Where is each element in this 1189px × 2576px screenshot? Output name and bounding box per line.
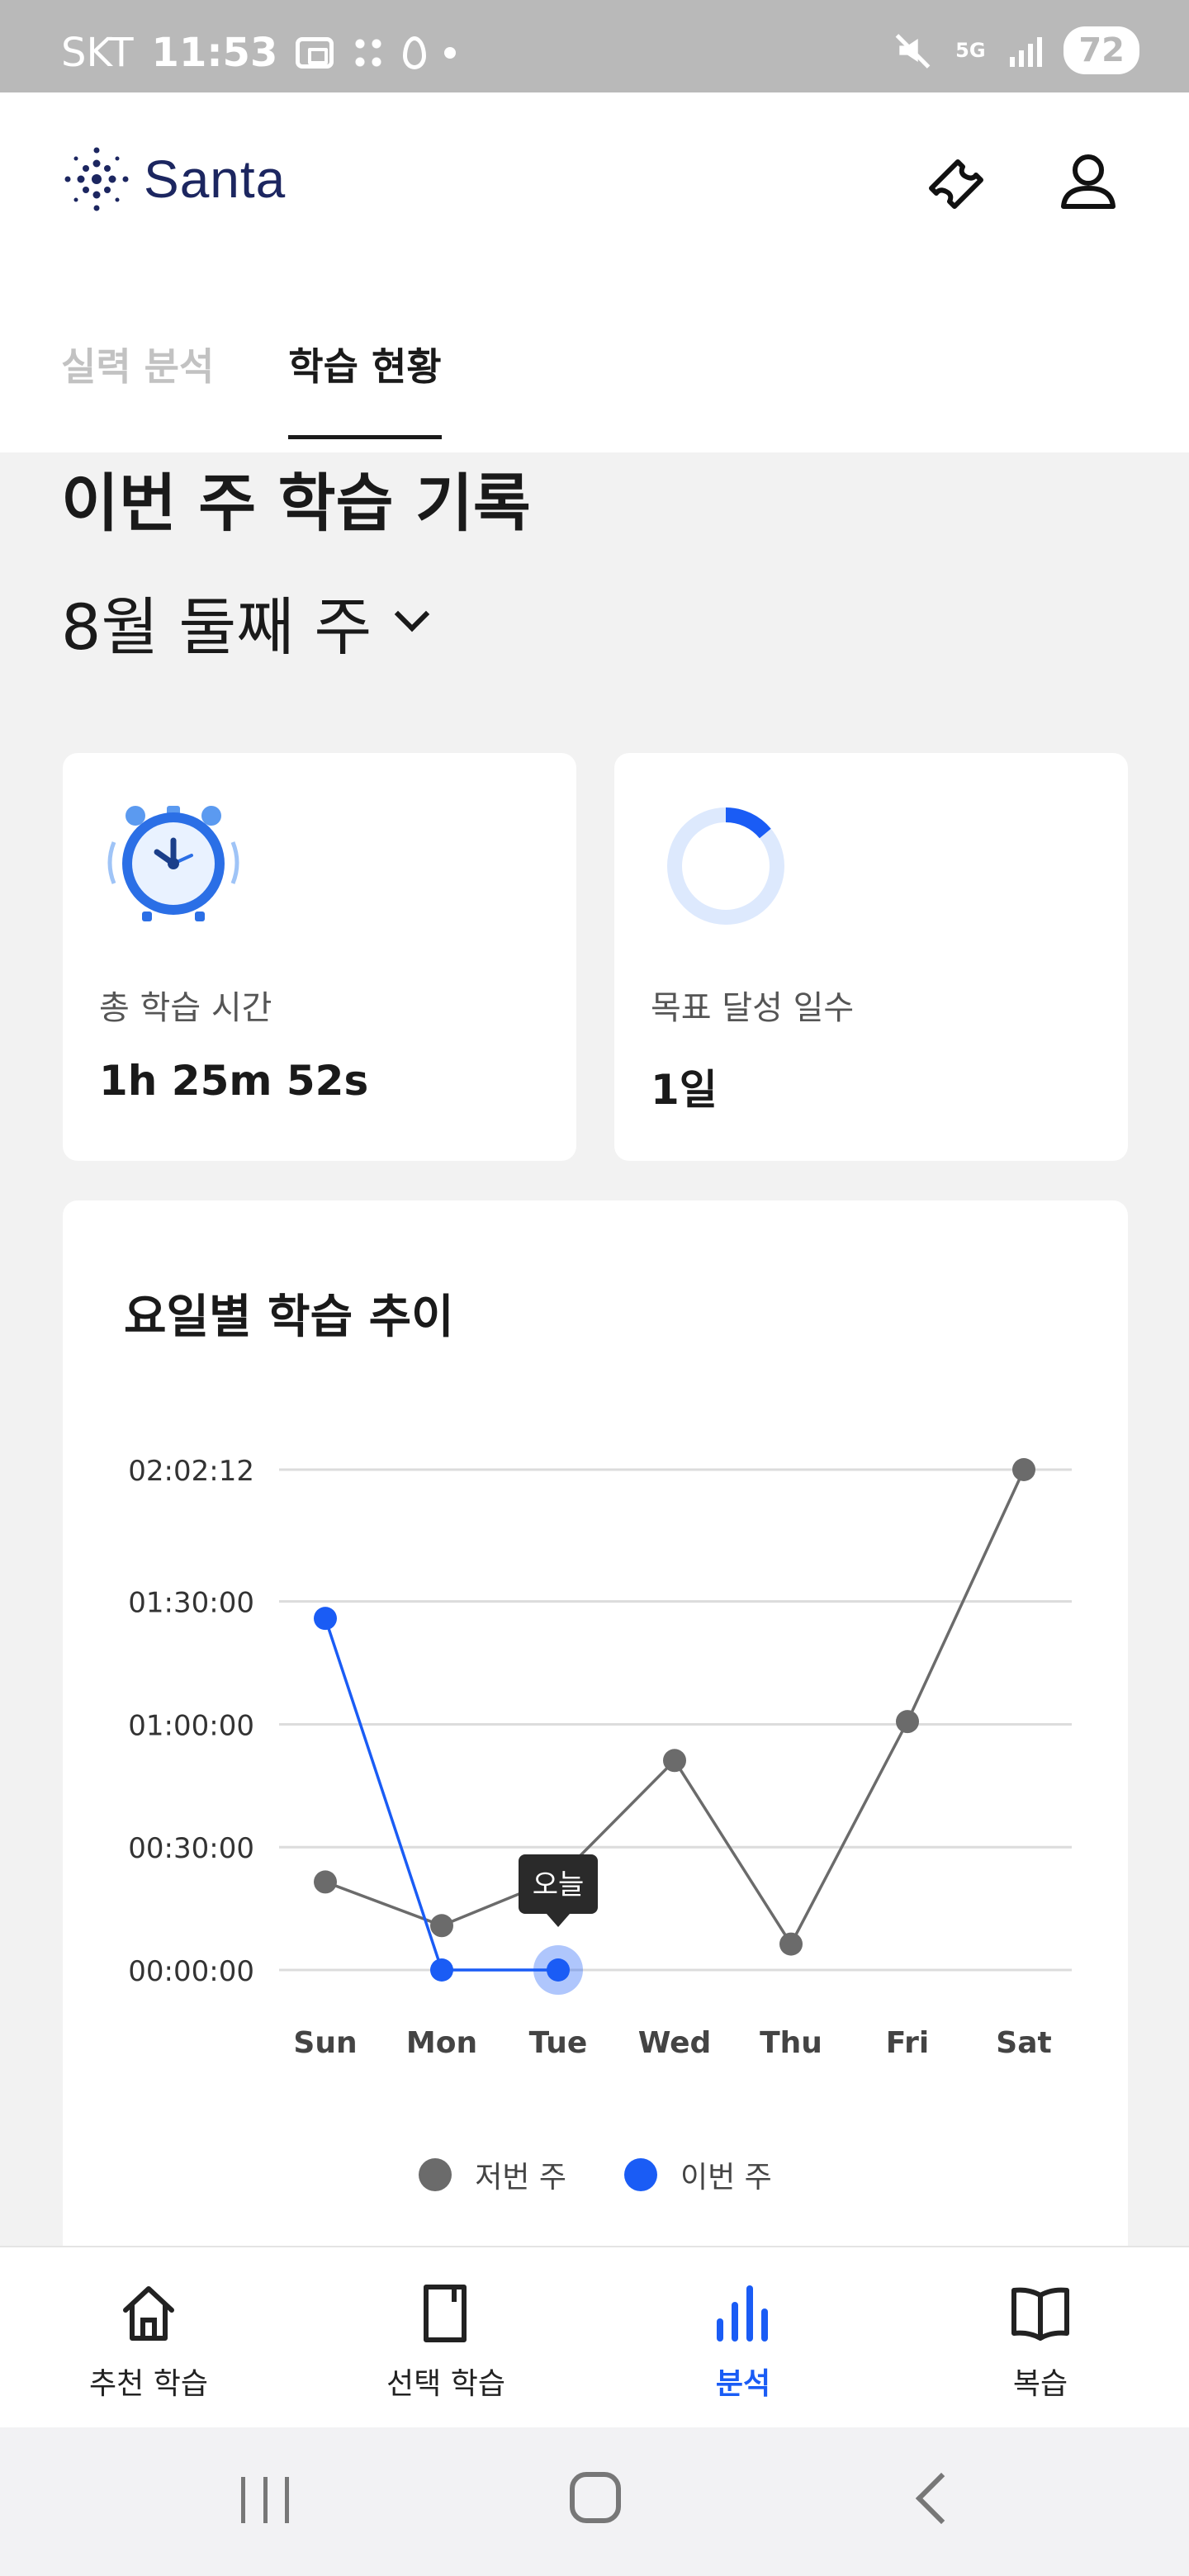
nav-review[interactable]: 복습 (892, 2247, 1189, 2427)
battery-level: 72 (1063, 26, 1139, 74)
chevron-down-icon (395, 596, 430, 632)
status-left: SKT 11:53 (61, 30, 457, 76)
home-button[interactable] (570, 2472, 621, 2523)
back-button[interactable] (915, 2472, 968, 2525)
legend-last-week[interactable]: 저번 주 (419, 2153, 566, 2196)
clock: 11:53 (151, 30, 278, 76)
weekly-trend-chart: 00:00:00 00:30:00 01:00:00 01:30:00 02:02:12… (128, 1455, 1072, 2060)
goal-days-value: 1일 (651, 1066, 718, 1114)
carrier-label: SKT (61, 30, 134, 76)
weekly-trend-card: 요일별 학습 추이 00:00:00 00:30:00 01:00:00 01:30:… (63, 1200, 1128, 2274)
x-tick-label: Wed (638, 2026, 712, 2060)
y-tick-label: 00:00:00 (128, 1955, 254, 1988)
bottom-navigation: 추천 학습 선택 학습 분석 복습 (0, 2246, 1189, 2427)
recent-apps-button[interactable] (241, 2477, 289, 2523)
total-time-card: 총 학습 시간 1h 25m 52s (63, 753, 576, 1161)
goal-days-label: 목표 달성 일수 (651, 989, 855, 1027)
legend-this-week[interactable]: 이번 주 (624, 2153, 772, 2196)
x-tick-label: Tue (529, 2026, 588, 2060)
network-type: 5G (955, 39, 986, 62)
nav-label: 복습 (1012, 2367, 1068, 2401)
tab-skill-analysis[interactable]: 실력 분석 (61, 337, 214, 439)
series-line-last-week (324, 1469, 1026, 1948)
mute-icon (894, 32, 931, 69)
profile-icon[interactable] (1049, 142, 1128, 221)
nav-recommended[interactable]: 추천 학습 (0, 2247, 297, 2427)
santa-logo[interactable]: Santa (61, 144, 286, 215)
nav-selected-study[interactable]: 선택 학습 (297, 2247, 594, 2427)
data-point (314, 1870, 337, 1894)
data-point (779, 1932, 803, 1956)
status-right: 5G 72 (894, 26, 1139, 74)
total-time-value: 1h 25m 52s (99, 1057, 369, 1105)
x-tick-label: Sat (996, 2026, 1051, 2060)
tooltip-label: 오늘 (533, 1868, 585, 1901)
data-point (663, 1749, 686, 1773)
data-point (314, 1607, 337, 1631)
system-navigation (0, 2427, 1189, 2576)
tab-bar: 실력 분석 학습 현황 (61, 337, 442, 439)
santa-logo-icon (64, 147, 129, 211)
bar-chart-icon (717, 2285, 768, 2342)
tooltip-pointer (547, 1914, 570, 1927)
legend-marker (624, 2158, 657, 2191)
book-closed-icon (424, 2285, 467, 2342)
nav-label: 추천 학습 (89, 2367, 208, 2401)
legend-label: 저번 주 (475, 2161, 566, 2195)
data-point (547, 1958, 570, 1982)
week-selector[interactable]: 8월 둘째 주 (61, 576, 430, 667)
more-notifications-dot (444, 47, 457, 59)
data-point (1012, 1458, 1035, 1481)
ticket-icon[interactable] (915, 142, 994, 221)
screenshot-icon (296, 37, 334, 69)
nav-label: 분석 (715, 2367, 771, 2401)
x-tick-label: Sun (293, 2026, 357, 2060)
tab-learning-status[interactable]: 학습 현황 (288, 337, 442, 439)
chart-legend: 저번 주 이번 주 (63, 2153, 1128, 2196)
x-tick-label: Thu (760, 2026, 822, 2060)
app-notification-icon (352, 35, 386, 71)
legend-label: 이번 주 (680, 2161, 772, 2195)
home-icon (123, 2286, 174, 2341)
progress-ring-icon (667, 807, 784, 925)
x-tick-label: Fri (886, 2026, 929, 2060)
section-title: 이번 주 학습 기록 (61, 466, 531, 540)
goal-days-card: 목표 달성 일수 1일 (614, 753, 1128, 1161)
alarm-clock-icon (107, 806, 239, 921)
data-point (896, 1710, 919, 1734)
app-header: Santa 실력 분석 학습 현황 (0, 92, 1189, 452)
open-book-icon (1011, 2287, 1069, 2341)
status-bar: SKT 11:53 5G 72 (0, 0, 1189, 92)
y-tick-label: 02:02:12 (128, 1455, 254, 1488)
y-tick-label: 00:30:00 (128, 1832, 254, 1865)
week-label: 8월 둘째 주 (61, 590, 372, 664)
app-notification-icon (403, 36, 427, 69)
legend-marker (419, 2158, 452, 2191)
data-point (430, 1958, 453, 1982)
signal-icon (1010, 34, 1043, 67)
y-tick-label: 01:30:00 (128, 1587, 254, 1620)
nav-label: 선택 학습 (386, 2367, 505, 2401)
nav-analysis[interactable]: 분석 (594, 2247, 892, 2427)
x-tick-label: Mon (406, 2026, 477, 2060)
total-time-label: 총 학습 시간 (99, 989, 272, 1027)
y-tick-label: 01:00:00 (128, 1709, 254, 1742)
data-point (430, 1914, 453, 1938)
logo-text: Santa (144, 149, 287, 209)
